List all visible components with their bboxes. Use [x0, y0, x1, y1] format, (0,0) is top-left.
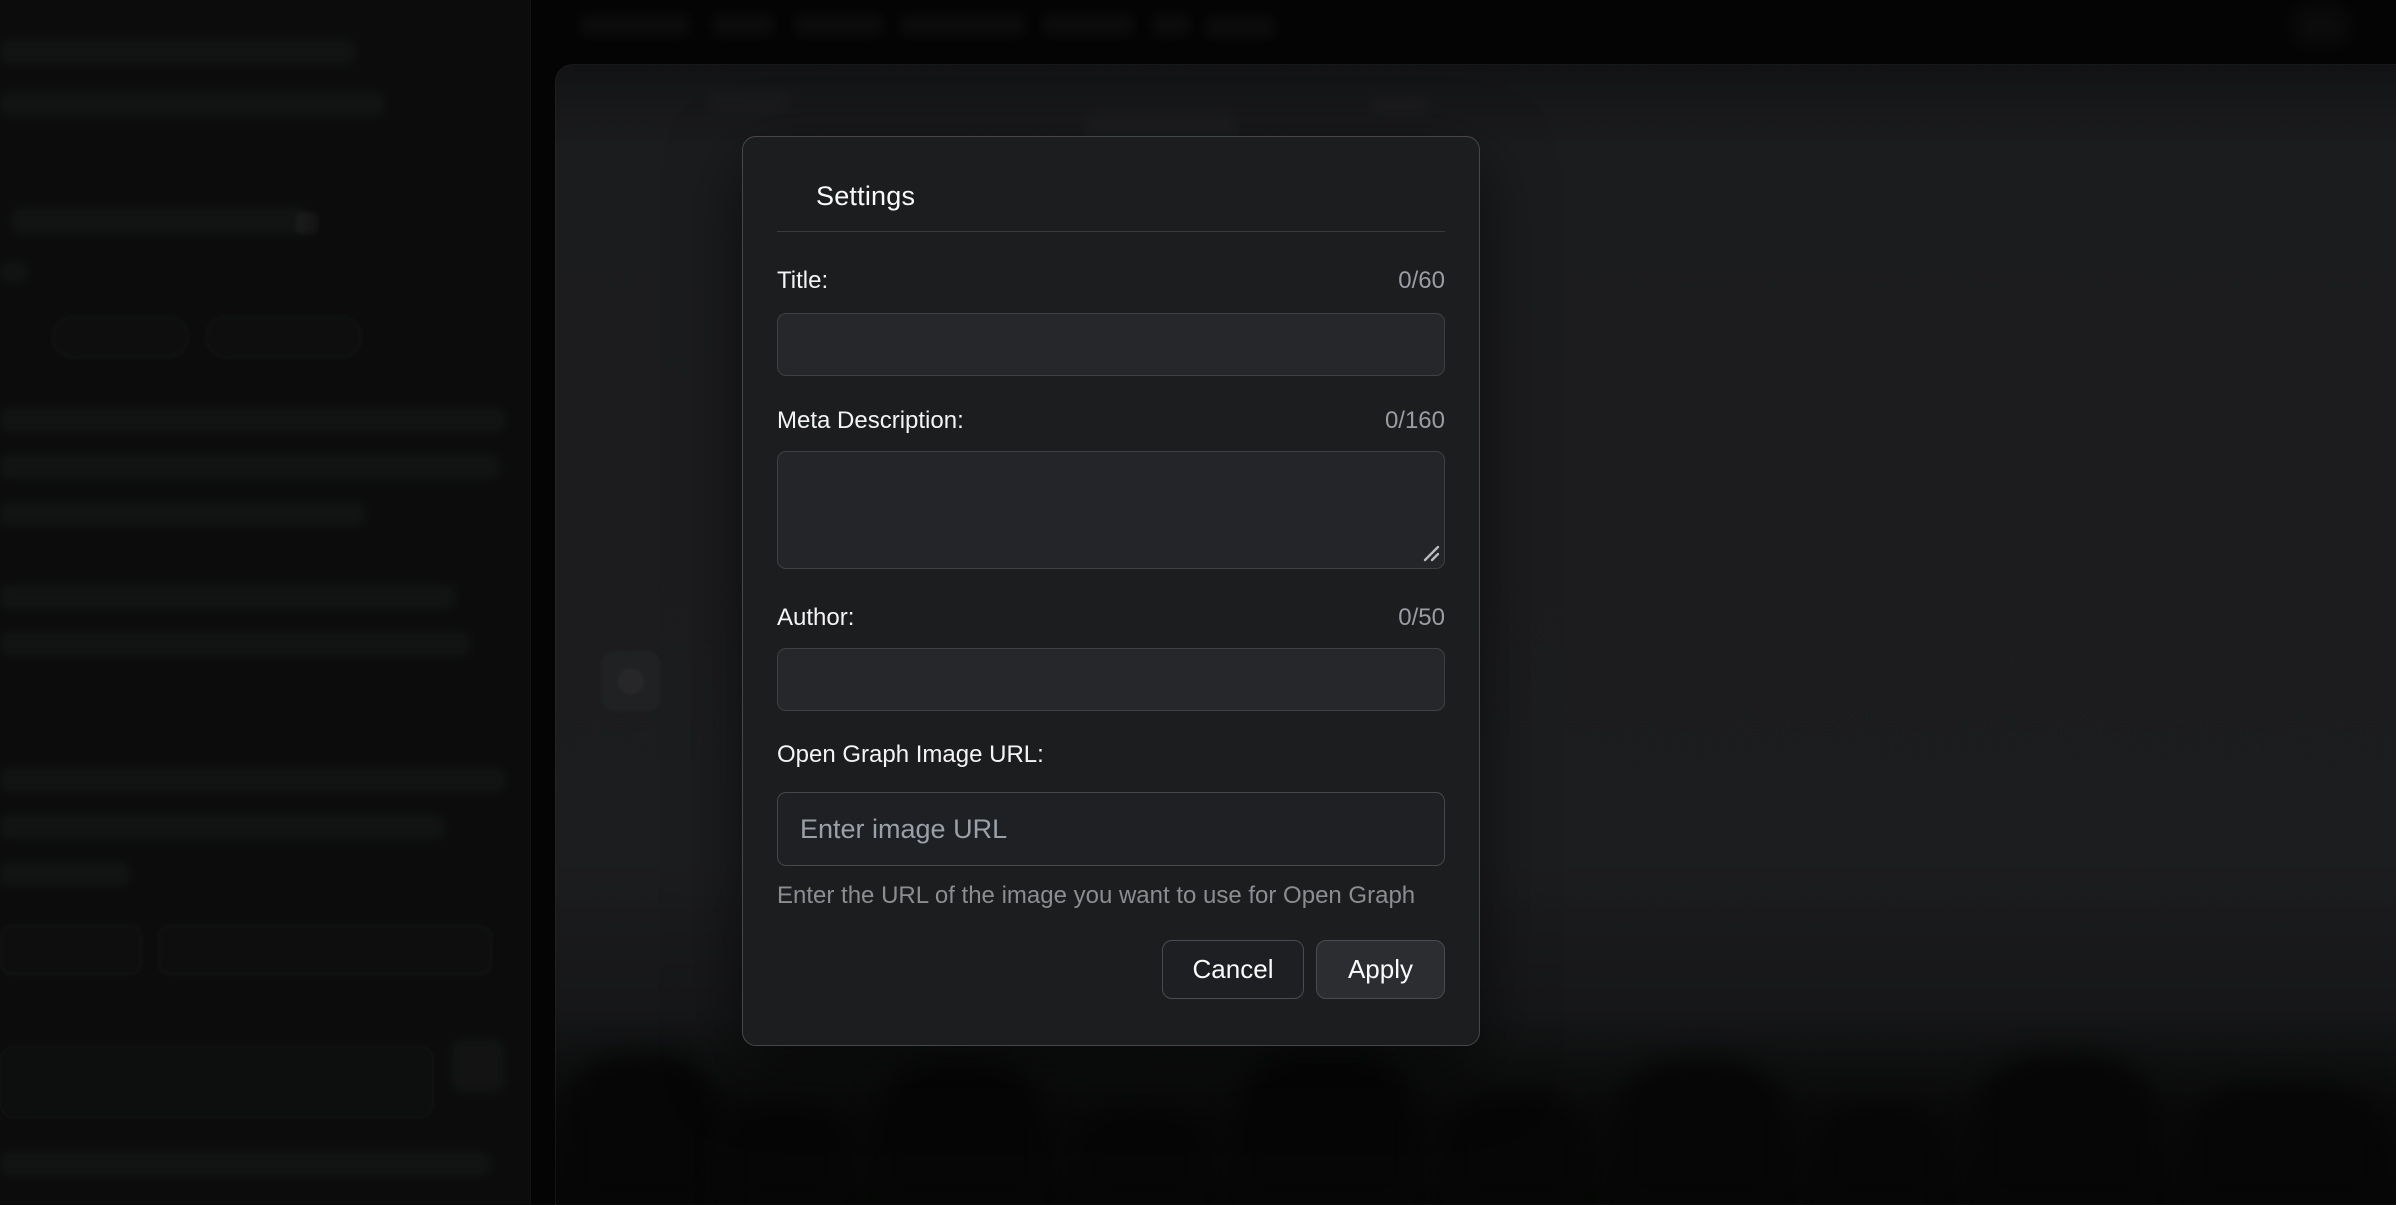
author-char-counter: 0/50: [1398, 604, 1445, 632]
meta-description-field-label: Meta Description:: [777, 407, 964, 435]
meta-description-textarea[interactable]: [777, 451, 1445, 569]
title-field-header: Title: 0/60: [777, 266, 1445, 296]
title-input[interactable]: [777, 313, 1445, 376]
apply-button[interactable]: Apply: [1316, 940, 1445, 999]
og-image-field-label: Open Graph Image URL:: [777, 741, 1044, 769]
title-field-label: Title:: [777, 267, 828, 295]
meta-description-char-counter: 0/160: [1385, 407, 1445, 435]
cancel-button[interactable]: Cancel: [1162, 940, 1304, 999]
modal-button-row: Cancel Apply: [777, 940, 1445, 999]
title-char-counter: 0/60: [1398, 267, 1445, 295]
author-input[interactable]: [777, 648, 1445, 711]
settings-modal: Settings Title: 0/60 Meta Description: 0…: [742, 136, 1480, 1046]
og-image-field-header: Open Graph Image URL:: [777, 740, 1445, 770]
modal-title: Settings: [816, 181, 1445, 211]
divider: [777, 231, 1445, 232]
og-image-url-input[interactable]: [777, 792, 1445, 866]
resize-handle-icon[interactable]: [1422, 544, 1440, 562]
author-field-header: Author: 0/50: [777, 603, 1445, 633]
meta-description-field-header: Meta Description: 0/160: [777, 406, 1445, 436]
og-image-helper-text: Enter the URL of the image you want to u…: [777, 882, 1445, 910]
author-field-label: Author:: [777, 604, 854, 632]
